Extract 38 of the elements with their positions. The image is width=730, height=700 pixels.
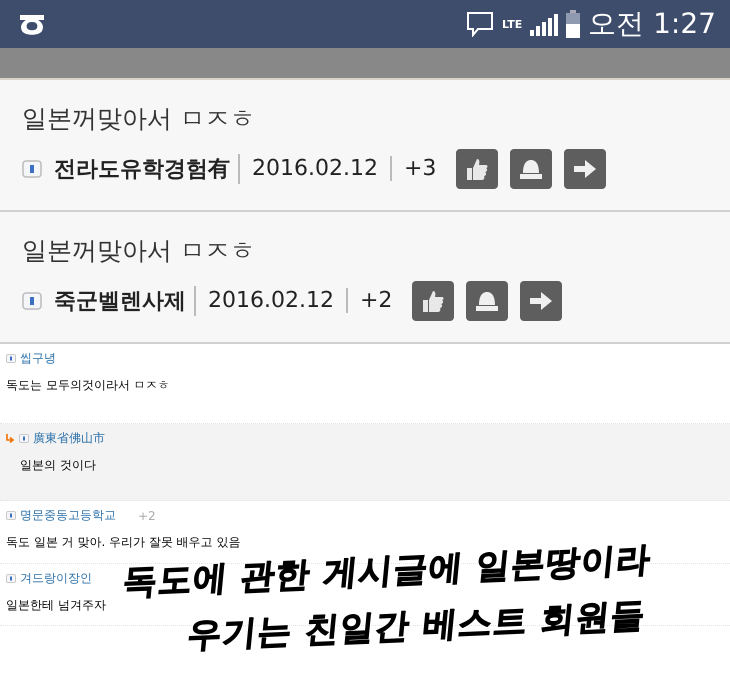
arrow-right-icon bbox=[528, 290, 554, 312]
commenter-name[interactable]: 겨드랑이장인 bbox=[20, 570, 92, 587]
post-date: 2016.02.12 bbox=[196, 288, 348, 313]
level-icon bbox=[6, 511, 16, 520]
level-icon bbox=[22, 292, 42, 310]
post-title: 일본꺼맞아서 ㅁㅈㅎ bbox=[22, 102, 256, 134]
comment-text: 독도는 모두의것이라서 ㅁㅈㅎ bbox=[6, 377, 171, 394]
author-name: 전라도유학경험有 bbox=[54, 154, 240, 184]
level-icon bbox=[22, 160, 42, 178]
caption-text: 우기는 친일간 베스트 회원들 bbox=[186, 596, 648, 658]
battery-icon bbox=[566, 10, 580, 38]
comment-text: 일본한테 넘겨주자 bbox=[6, 597, 107, 614]
hd-call-icon bbox=[466, 11, 494, 37]
signal-icon bbox=[530, 12, 558, 36]
post-title: 일본꺼맞아서 ㅁㅈㅎ bbox=[22, 234, 256, 266]
vote-count: +2 bbox=[360, 288, 392, 313]
vote-count: +3 bbox=[404, 156, 436, 181]
vote-count: +2 bbox=[138, 508, 156, 522]
commenter-name[interactable]: 씹구녕 bbox=[20, 350, 56, 367]
arrow-right-icon bbox=[572, 158, 598, 180]
network-type: LTE bbox=[502, 18, 522, 30]
comment-text: 독도 일본 거 맞아. 우리가 잘못 배우고 있음 bbox=[6, 534, 242, 551]
share-arrow-button[interactable] bbox=[564, 148, 606, 188]
post-date: 2016.02.12 bbox=[240, 156, 392, 181]
comment-text: 일본의 것이다 bbox=[20, 457, 97, 474]
level-icon bbox=[6, 354, 16, 363]
like-button[interactable] bbox=[412, 280, 454, 320]
clock: 오전 1:27 bbox=[588, 6, 716, 42]
level-icon bbox=[19, 434, 29, 443]
like-button[interactable] bbox=[456, 148, 498, 188]
commenter-name[interactable]: 廣東省佛山市 bbox=[33, 430, 105, 447]
report-siren-button[interactable] bbox=[466, 280, 508, 320]
report-siren-button[interactable] bbox=[510, 148, 552, 188]
share-arrow-button[interactable] bbox=[520, 280, 562, 320]
author-name: 죽군벨렌사제 bbox=[54, 286, 196, 316]
commenter-name[interactable]: 명문중동고등학교 bbox=[20, 507, 116, 524]
level-icon bbox=[6, 574, 16, 583]
reply-arrow-icon bbox=[6, 434, 15, 443]
